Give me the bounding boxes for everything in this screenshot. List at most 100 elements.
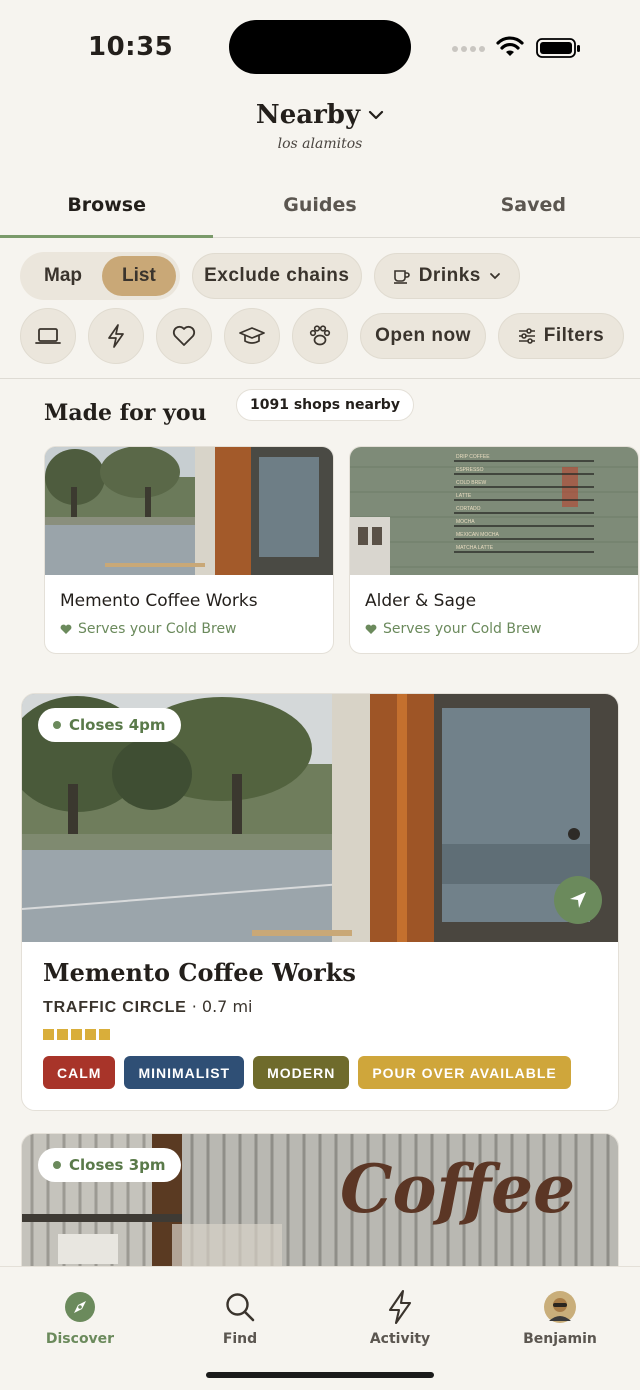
recommendation-name: Alder & Sage bbox=[365, 591, 477, 611]
heart-icon bbox=[365, 624, 377, 634]
graduation-cap-icon bbox=[239, 327, 265, 344]
filter-row-secondary: Open now Filters bbox=[20, 308, 624, 364]
serves-favorite: Serves your Cold Brew bbox=[365, 621, 542, 637]
exclude-chains-label: Exclude chains bbox=[204, 265, 350, 286]
shop-area: TRAFFIC CIRCLE bbox=[43, 999, 187, 1016]
tab-browse[interactable]: Browse bbox=[0, 180, 214, 238]
tag-minimalist: MINIMALIST bbox=[124, 1056, 245, 1089]
recommendation-card[interactable]: DRIP COFFEE ESPRESSO COLD BREW LATTE COR… bbox=[349, 446, 639, 654]
favorites-filter-button[interactable] bbox=[156, 308, 212, 364]
chevron-down-icon[interactable] bbox=[368, 109, 384, 121]
power-outlets-filter-button[interactable] bbox=[88, 308, 144, 364]
open-status-dot bbox=[53, 1161, 61, 1169]
menu-board-item: LATTE bbox=[456, 493, 472, 499]
dynamic-island bbox=[229, 20, 411, 74]
menu-board-item: MATCHA LATTE bbox=[456, 545, 494, 551]
status-time: 10:35 bbox=[88, 32, 174, 62]
laptop-filter-button[interactable] bbox=[20, 308, 76, 364]
bolt-icon bbox=[388, 1289, 412, 1325]
menu-board-item: MOCHA bbox=[456, 519, 475, 525]
filters-button[interactable]: Filters bbox=[498, 313, 624, 359]
shop-count-badge: 1091 shops nearby bbox=[236, 389, 414, 421]
menu-board-item: COLD BREW bbox=[456, 480, 487, 486]
tab-saved[interactable]: Saved bbox=[427, 180, 640, 237]
rating-square bbox=[85, 1029, 96, 1040]
menu-board-item: ESPRESSO bbox=[456, 467, 484, 473]
compass-icon bbox=[65, 1292, 95, 1322]
nav-label: Benjamin bbox=[523, 1331, 597, 1347]
shop-photo bbox=[45, 447, 333, 575]
hours-badge: Closes 4pm bbox=[38, 708, 181, 742]
shop-location-meta: TRAFFIC CIRCLE · 0.7 mi bbox=[43, 997, 252, 1017]
home-indicator bbox=[206, 1372, 434, 1378]
battery-icon bbox=[536, 38, 580, 58]
cellular-signal-icon bbox=[452, 46, 485, 52]
list-view-option[interactable]: List bbox=[102, 256, 176, 296]
menu-board-item: MEXICAN MOCHA bbox=[456, 532, 499, 538]
section-divider bbox=[0, 378, 640, 379]
rating-indicator bbox=[43, 1029, 110, 1040]
nav-find[interactable]: Find bbox=[180, 1289, 300, 1347]
nav-label: Activity bbox=[369, 1331, 431, 1347]
hours-badge: Closes 3pm bbox=[38, 1148, 181, 1182]
open-now-button[interactable]: Open now bbox=[360, 313, 486, 359]
bottom-navigation: Discover Find Activity Benjamin bbox=[0, 1266, 640, 1390]
nav-discover[interactable]: Discover bbox=[20, 1289, 140, 1347]
location-subtitle: los alamitos bbox=[277, 136, 363, 152]
shop-card[interactable]: Closes 4pm Memento Coffee Works TRAFFIC … bbox=[21, 693, 619, 1111]
made-for-you-title: Made for you bbox=[44, 400, 207, 426]
shop-name: Memento Coffee Works bbox=[43, 958, 356, 987]
study-filter-button[interactable] bbox=[224, 308, 280, 364]
rating-square bbox=[99, 1029, 110, 1040]
tag-pour-over: POUR OVER AVAILABLE bbox=[358, 1056, 571, 1089]
avatar bbox=[544, 1291, 576, 1323]
hours-label: Closes 4pm bbox=[69, 716, 166, 734]
sliders-icon bbox=[518, 328, 535, 344]
heart-icon bbox=[172, 325, 196, 346]
serves-label: Serves your Cold Brew bbox=[383, 621, 542, 637]
rating-square bbox=[57, 1029, 68, 1040]
status-bar: 10:35 bbox=[0, 0, 640, 90]
pet-friendly-filter-button[interactable] bbox=[292, 308, 348, 364]
recommendation-card[interactable]: Memento Coffee Works Serves your Cold Br… bbox=[44, 446, 334, 654]
map-view-option[interactable]: Map bbox=[24, 256, 102, 296]
hours-label: Closes 3pm bbox=[69, 1156, 166, 1174]
view-toggle: Map List bbox=[20, 252, 180, 300]
shop-photo: DRIP COFFEE ESPRESSO COLD BREW LATTE COR… bbox=[350, 447, 638, 575]
menu-board-item: CORTADO bbox=[456, 506, 481, 512]
open-now-label: Open now bbox=[375, 325, 471, 346]
location-title[interactable]: Nearby bbox=[256, 100, 360, 130]
tab-guides[interactable]: Guides bbox=[213, 180, 426, 237]
coffee-sign: Coffee bbox=[340, 1150, 575, 1228]
rating-square bbox=[43, 1029, 54, 1040]
rating-square bbox=[71, 1029, 82, 1040]
coffee-cup-icon bbox=[393, 270, 410, 284]
exclude-chains-button[interactable]: Exclude chains bbox=[191, 253, 362, 299]
tag-modern: MODERN bbox=[253, 1056, 350, 1089]
heart-icon bbox=[60, 624, 72, 634]
paw-icon bbox=[309, 325, 331, 346]
nav-label: Find bbox=[222, 1331, 258, 1347]
location-header[interactable]: Nearby los alamitos bbox=[0, 100, 640, 152]
nav-activity[interactable]: Activity bbox=[340, 1289, 460, 1347]
drinks-label: Drinks bbox=[418, 265, 481, 286]
recommendation-name: Memento Coffee Works bbox=[60, 591, 258, 611]
bolt-icon bbox=[108, 324, 124, 348]
tag-calm: CALM bbox=[43, 1056, 116, 1089]
directions-button[interactable] bbox=[554, 876, 602, 924]
tab-bar: Browse Guides Saved bbox=[0, 180, 640, 238]
serves-favorite: Serves your Cold Brew bbox=[60, 621, 237, 637]
vibe-tags: CALM MINIMALIST MODERN POUR OVER AVAILAB… bbox=[43, 1056, 571, 1089]
nav-label: Discover bbox=[45, 1331, 115, 1347]
laptop-icon bbox=[35, 328, 61, 344]
open-status-dot bbox=[53, 721, 61, 729]
filters-label: Filters bbox=[543, 325, 605, 346]
wifi-icon bbox=[496, 36, 524, 56]
drinks-dropdown[interactable]: Drinks bbox=[373, 253, 520, 299]
serves-label: Serves your Cold Brew bbox=[78, 621, 237, 637]
search-icon bbox=[226, 1293, 255, 1322]
filter-row-primary: Map List Exclude chains Drinks bbox=[20, 252, 520, 300]
menu-board-item: DRIP COFFEE bbox=[456, 454, 490, 460]
navigation-arrow-icon bbox=[570, 892, 586, 908]
nav-profile[interactable]: Benjamin bbox=[500, 1289, 620, 1347]
